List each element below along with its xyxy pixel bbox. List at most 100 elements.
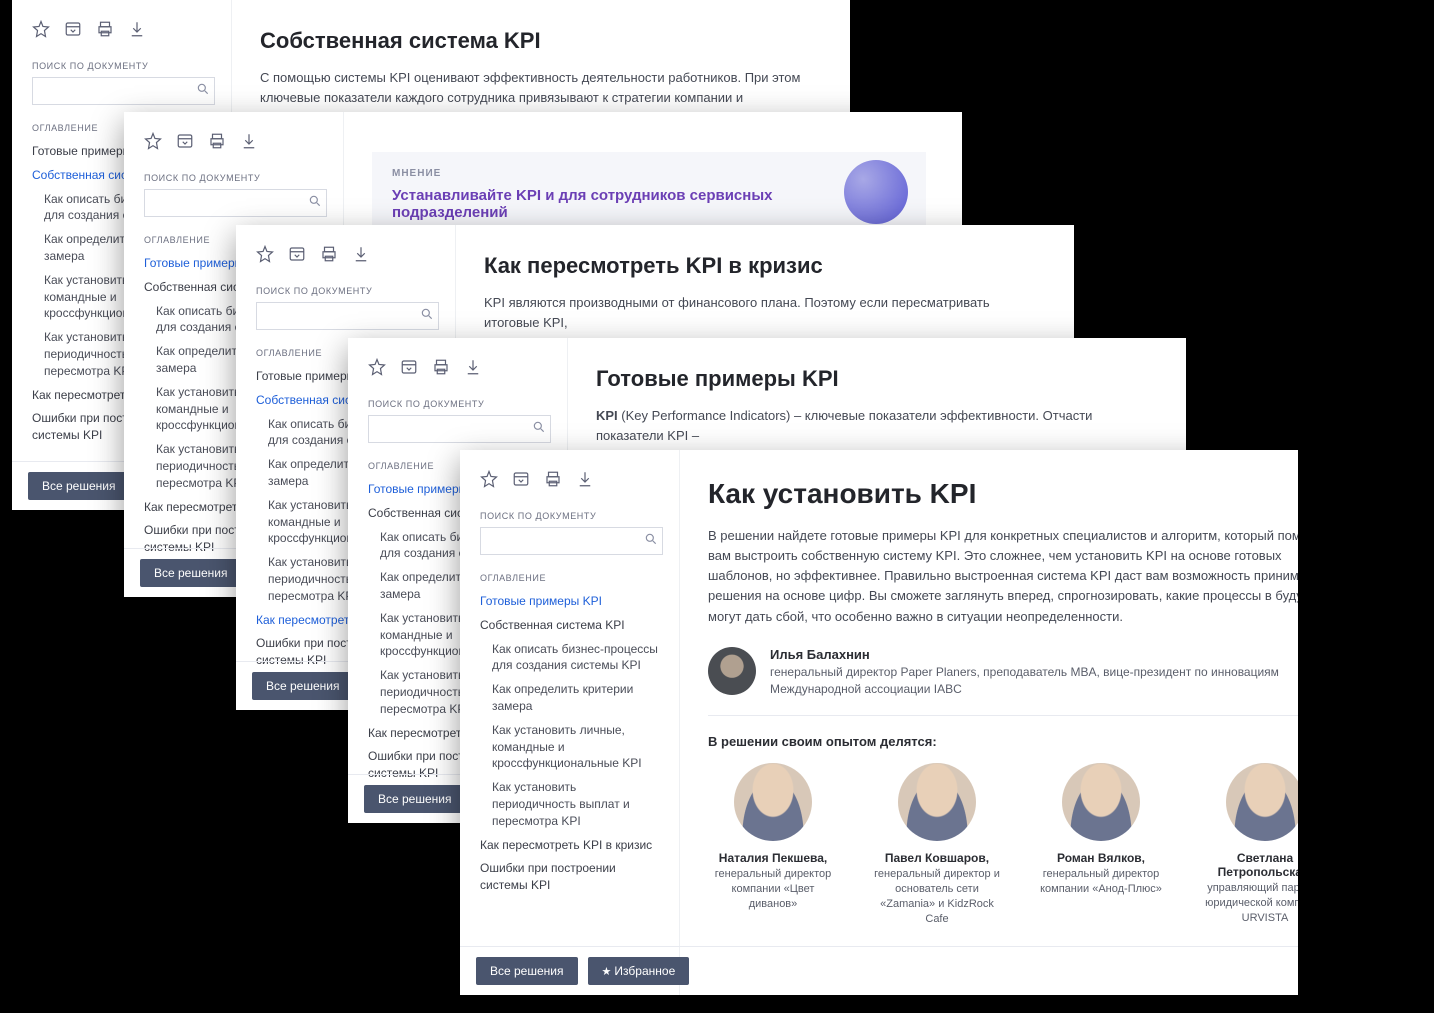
opinion-label: МНЕНИЕ [392,168,906,179]
search-icon[interactable] [644,532,658,551]
toolbar [480,470,663,493]
archive-icon[interactable] [288,245,306,268]
page-title: Как установить KPI [708,478,1298,510]
toolbar [368,358,551,381]
page-title: Готовые примеры KPI [596,366,1150,392]
content: Как установить KPI В решении найдете гот… [680,450,1298,995]
search-label: ПОИСК ПО ДОКУМЕНТУ [144,173,327,183]
contributor-role: генеральный директор компании «Цвет дива… [708,867,838,912]
search-input[interactable] [153,196,308,210]
star-icon[interactable] [32,20,50,43]
toc-item[interactable]: Как пересмотреть KPI в кризис [480,837,663,854]
contributor-name: Светлана Петропольская, [1200,851,1298,879]
star-icon[interactable] [144,132,162,155]
contributor: Роман Вялков, генеральный директор компа… [1036,763,1166,926]
all-solutions-button[interactable]: Все решения [252,672,354,700]
toc-item[interactable]: Ошибки при построении системы KPI [480,860,663,894]
avatar [708,647,756,695]
body-prefix: KPI [596,408,618,423]
print-icon[interactable] [432,358,450,381]
contributor-name: Павел Ковшаров, [872,851,1002,865]
avatar [1062,763,1140,841]
avatar [734,763,812,841]
search-input[interactable] [489,534,644,548]
archive-icon[interactable] [64,20,82,43]
contributor: Наталия Пекшева, генеральный директор ко… [708,763,838,926]
search-label: ПОИСК ПО ДОКУМЕНТУ [256,286,439,296]
contributor-role: управляющий партнер юридической компании… [1200,881,1298,926]
sidebar: ПОИСК ПО ДОКУМЕНТУ ОГЛАВЛЕНИЕ Готовые пр… [460,450,680,995]
toc-list: Готовые примеры KPI Собственная система … [480,593,663,894]
toolbar [256,245,439,268]
avatar [898,763,976,841]
archive-icon[interactable] [400,358,418,381]
search-box[interactable] [32,77,215,105]
contributors-grid: Наталия Пекшева, генеральный директор ко… [708,763,1298,926]
opinion-title: Устанавливайте KPI и для сотрудников сер… [392,187,792,221]
author-role: генеральный директор Paper Planers, преп… [770,664,1298,698]
all-solutions-button[interactable]: Все решения [140,559,242,587]
search-icon[interactable] [196,82,210,101]
download-icon[interactable] [352,245,370,268]
toc-item[interactable]: Как описать бизнес-процессы для создания… [480,641,663,675]
print-icon[interactable] [208,132,226,155]
print-icon[interactable] [320,245,338,268]
author-name: Илья Балахнин [770,647,1298,662]
toc-item[interactable]: Как установить периодичность выплат и пе… [480,779,663,829]
download-icon[interactable] [576,470,594,493]
star-icon[interactable] [480,470,498,493]
body-rest: (Key Performance Indicators) – ключевые … [596,408,1092,443]
toc-item[interactable]: Готовые примеры KPI [480,593,663,610]
archive-icon[interactable] [512,470,530,493]
search-label: ПОИСК ПО ДОКУМЕНТУ [368,399,551,409]
body-text: KPI являются производными от финансового… [484,293,1038,333]
star-icon[interactable] [368,358,386,381]
toolbar [144,132,327,155]
search-input[interactable] [377,422,532,436]
avatar [1226,763,1298,841]
search-icon[interactable] [308,194,322,213]
contributor-name: Наталия Пекшева, [708,851,838,865]
author-block: Илья Балахнин генеральный директор Paper… [708,647,1298,717]
toc-item[interactable]: Как определить критерии замера [480,681,663,715]
print-icon[interactable] [96,20,114,43]
body-text: KPI (Key Performance Indicators) – ключе… [596,406,1150,446]
author-meta: Илья Балахнин генеральный директор Paper… [770,647,1298,698]
toc-item[interactable]: Как установить личные, командные и кросс… [480,722,663,772]
footer-bar: Все решения Избранное [460,946,1298,995]
body-text: В решении найдете готовые примеры KPI дл… [708,526,1298,627]
search-icon[interactable] [532,420,546,439]
planet-icon [844,160,908,224]
search-box[interactable] [480,527,663,555]
document-card-5: ПОИСК ПО ДОКУМЕНТУ ОГЛАВЛЕНИЕ Готовые пр… [460,450,1298,995]
star-icon[interactable] [256,245,274,268]
search-icon[interactable] [420,307,434,326]
favorites-button[interactable]: Избранное [588,957,690,985]
contributor-role: генеральный директор компании «Анод-Плюс… [1036,867,1166,897]
toc-label: ОГЛАВЛЕНИЕ [480,573,663,583]
contributors-label: В решении своим опытом делятся: [708,734,1298,749]
search-box[interactable] [144,189,327,217]
search-box[interactable] [368,415,551,443]
archive-icon[interactable] [176,132,194,155]
contributor-role: генеральный директор и основатель сети «… [872,867,1002,926]
download-icon[interactable] [128,20,146,43]
print-icon[interactable] [544,470,562,493]
contributor: Павел Ковшаров, генеральный директор и о… [872,763,1002,926]
search-box[interactable] [256,302,439,330]
search-input[interactable] [265,309,420,323]
page-title: Собственная система KPI [260,28,814,54]
search-label: ПОИСК ПО ДОКУМЕНТУ [480,511,663,521]
search-input[interactable] [41,84,196,98]
toc-item[interactable]: Собственная система KPI [480,617,663,634]
all-solutions-button[interactable]: Все решения [476,957,578,985]
all-solutions-button[interactable]: Все решения [364,785,466,813]
toolbar [32,20,215,43]
page-title: Как пересмотреть KPI в кризис [484,253,1038,279]
contributor-name: Роман Вялков, [1036,851,1166,865]
search-label: ПОИСК ПО ДОКУМЕНТУ [32,61,215,71]
contributor: Светлана Петропольская, управляющий парт… [1200,763,1298,926]
download-icon[interactable] [240,132,258,155]
all-solutions-button[interactable]: Все решения [28,472,130,500]
download-icon[interactable] [464,358,482,381]
